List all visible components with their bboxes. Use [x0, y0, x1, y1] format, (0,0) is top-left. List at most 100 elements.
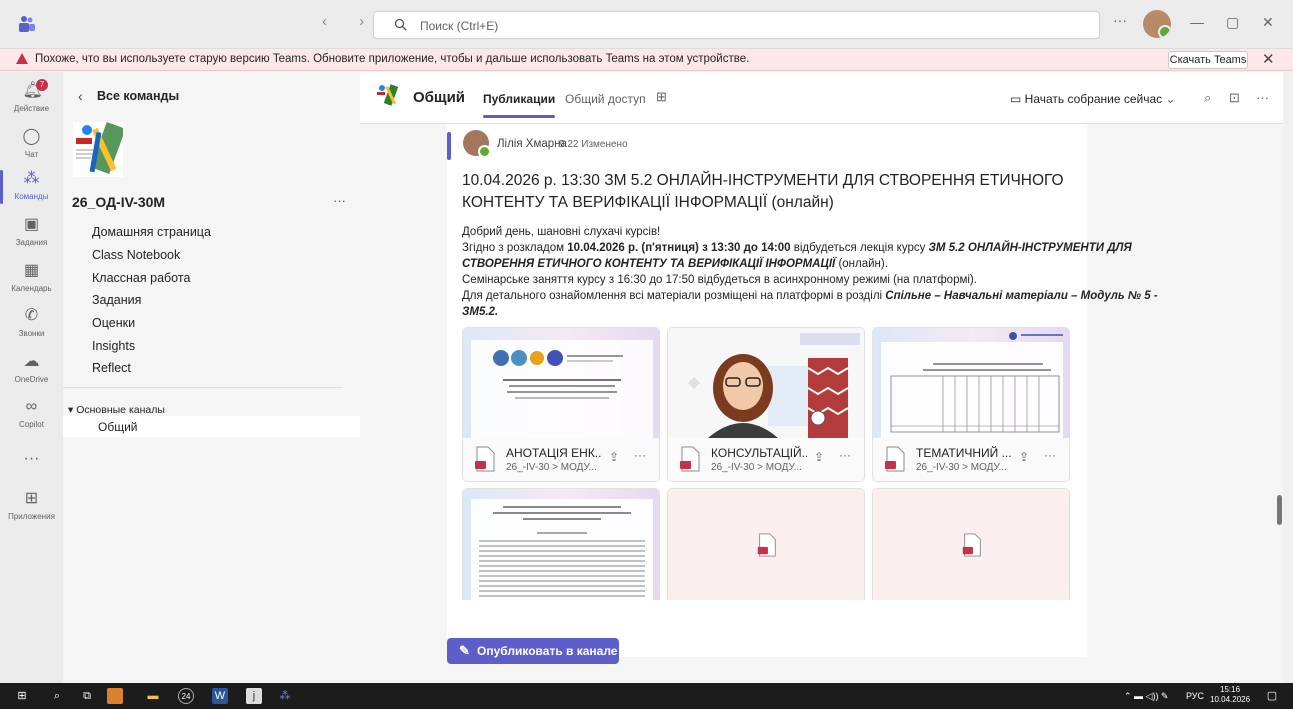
team-logo: [73, 122, 123, 177]
rail-label: Звонки: [18, 329, 45, 338]
publish-in-channel-button[interactable]: ✎ Опубликовать в канале: [447, 638, 619, 664]
rail-onedrive[interactable]: ☁ OneDrive: [0, 353, 63, 384]
apps-icon: ⊞: [24, 490, 39, 507]
post-body: Добрий день, шановні слухачі курсів! Згі…: [462, 224, 1172, 320]
teams-logo-icon: [19, 16, 35, 32]
author-avatar[interactable]: [463, 130, 491, 158]
file-explorer-icon[interactable]: ▬: [145, 688, 161, 704]
rail-apps[interactable]: ⊞ Приложения: [0, 490, 63, 521]
document-preview: [463, 489, 659, 600]
more-icon[interactable]: ···: [1256, 90, 1269, 105]
sidebar-item-home[interactable]: Домашняя страница: [92, 225, 211, 239]
title-bar: ‹ › Поиск (Ctrl+E) ··· — ▢ ✕: [0, 0, 1293, 49]
attachment-card[interactable]: [872, 488, 1070, 600]
rail-assignments[interactable]: ▣ Задания: [0, 216, 63, 247]
windows-start-icon[interactable]: ⊞: [14, 688, 30, 704]
rail-label: Чат: [24, 150, 39, 159]
caret-down-icon: ▾: [68, 404, 77, 416]
document-preview: [668, 328, 864, 438]
attachment-footer: ТЕМАТИЧНИЙ ... 26_-IV-30 > МОДУ... ⇪ ···: [873, 438, 1069, 481]
channel-avatar-icon: [376, 84, 398, 106]
rail-calls[interactable]: ✆ Звонки: [0, 307, 63, 338]
rail-calendar[interactable]: ▦ Календарь: [0, 262, 63, 293]
attachment-card[interactable]: КОНСУЛЬТАЦІЙ... 26_-IV-30 > МОДУ... ⇪ ··…: [667, 327, 865, 482]
share-icon[interactable]: ⇪: [1019, 450, 1029, 464]
search-placeholder: Поиск (Ctrl+E): [420, 19, 499, 33]
attachment-card[interactable]: [667, 488, 865, 600]
pdf-file-icon: [885, 446, 905, 472]
user-avatar[interactable]: [1143, 10, 1171, 38]
tab-posts[interactable]: Публикации: [483, 92, 556, 118]
rail-label: Copilot: [19, 420, 44, 429]
back-chevron-icon[interactable]: ‹: [78, 88, 83, 104]
tray-icons[interactable]: ⌃ ▬ ◁)) ✎: [1124, 691, 1169, 702]
channel-general[interactable]: Общий: [63, 416, 360, 437]
rail-chat[interactable]: ◯ Чат: [0, 128, 63, 159]
language-indicator[interactable]: РУС: [1186, 691, 1204, 701]
divider: [63, 387, 343, 388]
rail-copilot[interactable]: ∞ Copilot: [0, 398, 63, 429]
more-icon[interactable]: ···: [839, 448, 851, 462]
team-more-icon[interactable]: ···: [333, 193, 346, 208]
team-name[interactable]: 26_ОД-IV-30М: [72, 194, 165, 210]
app-icon[interactable]: [107, 688, 123, 704]
attachment-path: 26_-IV-30 > МОДУ...: [711, 462, 802, 473]
meet-now-button[interactable]: ▭ Начать собрание сейчас ⌄: [1010, 92, 1176, 106]
clock[interactable]: 15:16 10.04.2026: [1210, 685, 1250, 705]
rail-activity[interactable]: 🔔︎ 7 Действие: [0, 79, 63, 113]
banner-close-icon[interactable]: ✕: [1262, 50, 1275, 68]
search-icon[interactable]: ⌕: [1204, 90, 1211, 106]
sidebar-item-grades[interactable]: Оценки: [92, 316, 135, 330]
copilot-icon: ∞: [25, 398, 38, 415]
pdf-file-icon: [680, 446, 700, 472]
more-icon[interactable]: ···: [634, 448, 646, 462]
channels-section[interactable]: ▾ Основные каналы: [68, 404, 165, 416]
more-icon[interactable]: ···: [1113, 12, 1127, 28]
share-icon[interactable]: ⇪: [609, 450, 619, 464]
notifications-icon[interactable]: ▢: [1264, 688, 1280, 704]
attachment-footer: АНОТАЦІЯ ЕНК.... 26_-IV-30 > МОДУ... ⇪ ·…: [463, 438, 659, 481]
channel-post: Лілія Хмарна 9:22 Изменено 10.04.2026 р.…: [447, 124, 1158, 657]
attachment-name: ТЕМАТИЧНИЙ ...: [916, 446, 1012, 460]
phone-icon: ✆: [24, 307, 39, 324]
download-teams-button[interactable]: Скачать Teams: [1168, 51, 1248, 69]
more-icon[interactable]: ···: [1044, 448, 1056, 462]
post-author[interactable]: Лілія Хмарна: [497, 138, 567, 150]
expand-icon[interactable]: ⊡: [1229, 90, 1240, 106]
notification-count[interactable]: 24: [178, 688, 194, 704]
rail-more[interactable]: ···: [0, 450, 63, 472]
app-icon[interactable]: j: [246, 688, 262, 704]
app-rail: 🔔︎ 7 Действие ◯ Чат ⁂ Команды ▣ Задания …: [0, 72, 63, 683]
nav-arrows[interactable]: ‹ ›: [322, 13, 378, 30]
update-banner: Похоже, что вы используете старую версию…: [0, 49, 1293, 71]
attachment-card[interactable]: АНОТАЦІЯ ЕНК.... 26_-IV-30 > МОДУ... ⇪ ·…: [462, 327, 660, 482]
share-icon[interactable]: ⇪: [814, 450, 824, 464]
rail-label: Задания: [15, 238, 48, 247]
tab-shared[interactable]: Общий доступ: [565, 92, 646, 106]
post-line-seminar: Семінарське заняття курсу з 16:30 до 17:…: [462, 274, 977, 286]
channel-header: Общий Публикации Общий доступ ⊞ ▭ Начать…: [360, 72, 1283, 124]
minimize-icon[interactable]: —: [1190, 14, 1204, 30]
attachment-card[interactable]: [462, 488, 660, 600]
restore-icon[interactable]: ▢: [1226, 14, 1239, 31]
teams-icon[interactable]: ⁂: [277, 688, 293, 704]
scrollbar[interactable]: [1277, 495, 1282, 525]
sidebar-item-insights[interactable]: Insights: [92, 339, 135, 353]
attachment-card[interactable]: ТЕМАТИЧНИЙ ... 26_-IV-30 > МОДУ... ⇪ ···: [872, 327, 1070, 482]
sidebar-item-reflect[interactable]: Reflect: [92, 361, 131, 375]
publish-label: Опубликовать в канале: [477, 644, 618, 658]
sidebar-item-class-notebook[interactable]: Class Notebook: [92, 248, 180, 262]
close-icon[interactable]: ✕: [1262, 14, 1274, 31]
search-input[interactable]: Поиск (Ctrl+E): [373, 11, 1100, 39]
search-icon[interactable]: ⌕: [49, 688, 65, 704]
add-tab-icon[interactable]: ⊞: [656, 89, 667, 105]
sidebar-item-assignments[interactable]: Задания: [92, 293, 141, 307]
task-view-icon[interactable]: ⧉: [79, 688, 95, 704]
all-teams-link[interactable]: Все команды: [97, 89, 179, 103]
sidebar-item-classwork[interactable]: Классная работа: [92, 271, 190, 285]
calendar-icon: ▦: [23, 262, 40, 279]
post-greeting: Добрий день, шановні слухачі курсів!: [462, 226, 661, 238]
rail-teams[interactable]: ⁂ Команды: [0, 170, 63, 204]
post-time: 9:22 Изменено: [559, 139, 628, 150]
word-icon[interactable]: W: [212, 688, 228, 704]
